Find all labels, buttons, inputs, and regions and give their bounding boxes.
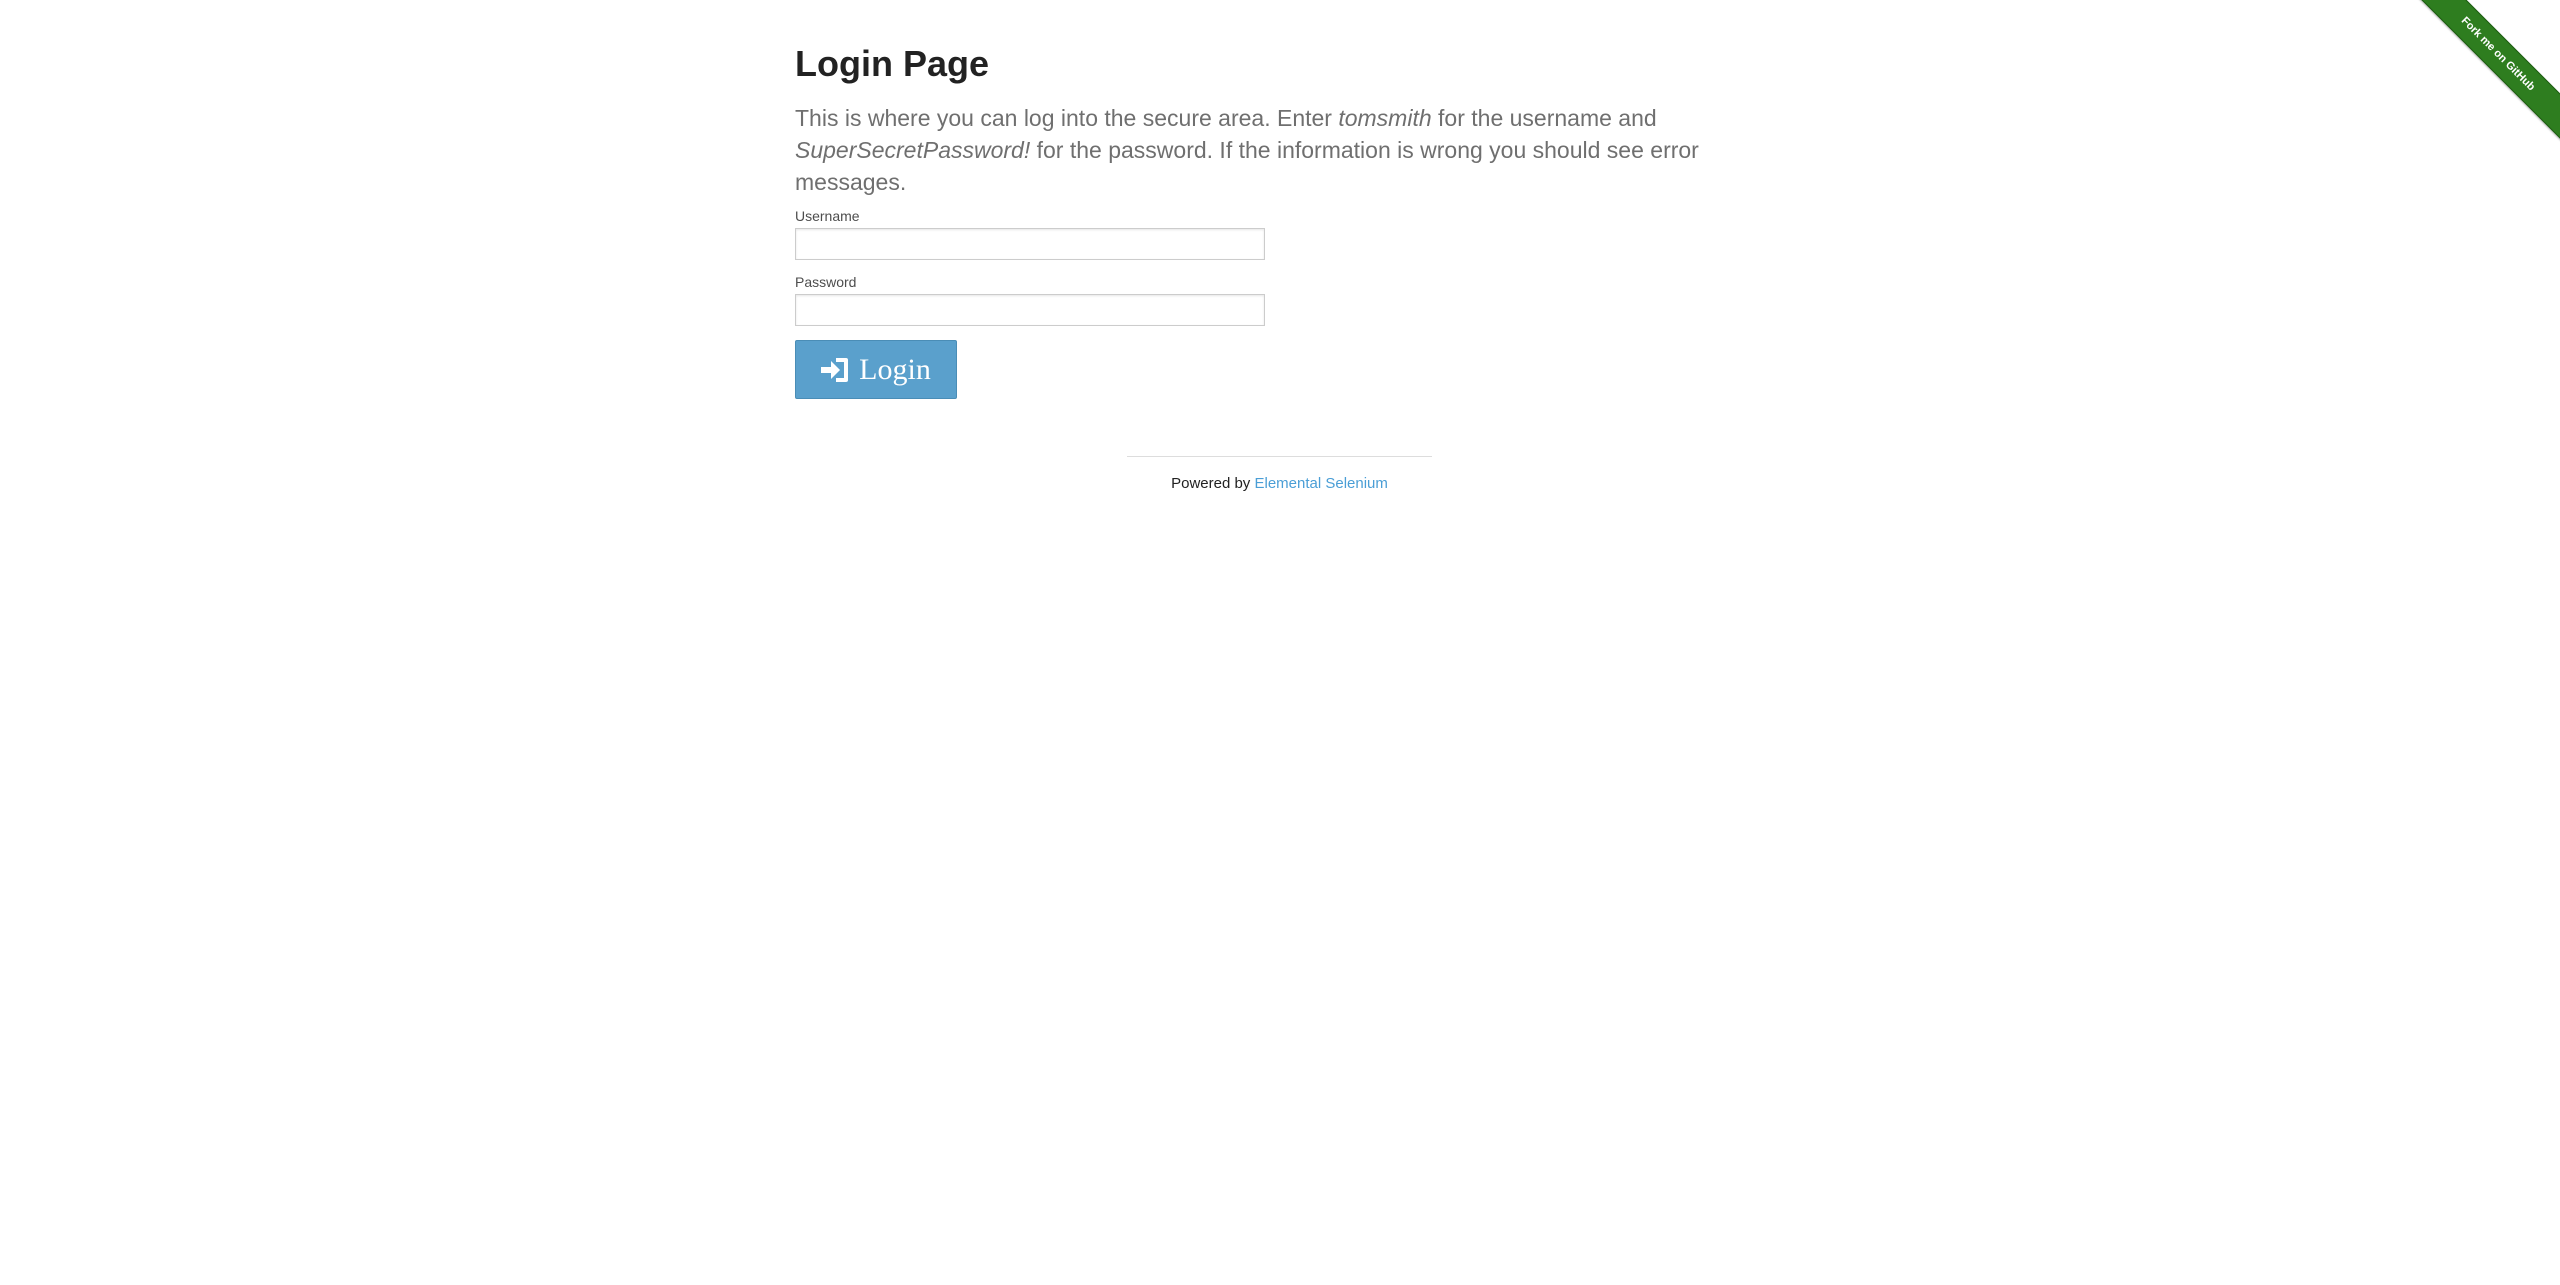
password-hint: SuperSecretPassword! [795, 137, 1031, 163]
powered-by-text: Powered by [1171, 475, 1255, 492]
instructions-text-1: This is where you can log into the secur… [795, 105, 1339, 131]
page-title: Login Page [795, 43, 990, 84]
instructions-text-2: for the username and [1431, 105, 1657, 131]
github-ribbon-container: Fork me on GitHub [2411, 0, 2560, 149]
login-form: Username Password Login [795, 208, 1765, 399]
login-button[interactable]: Login [795, 340, 957, 399]
main-content: Login Page This is where you can log int… [795, 0, 1765, 399]
username-input[interactable] [795, 228, 1265, 260]
fork-me-on-github-link[interactable]: Fork me on GitHub [2411, 0, 2560, 144]
page: Fork me on GitHub Login Page This is whe… [0, 0, 2560, 1285]
password-label: Password [795, 274, 857, 290]
elemental-selenium-link[interactable]: Elemental Selenium [1254, 475, 1387, 492]
password-input[interactable] [795, 294, 1265, 326]
sign-in-icon [821, 357, 849, 383]
login-button-label: Login [859, 352, 931, 386]
username-hint: tomsmith [1338, 105, 1432, 131]
footer: Powered by Elemental Selenium [1127, 456, 1432, 492]
username-label: Username [795, 208, 860, 224]
login-instructions: This is where you can log into the secur… [795, 102, 1725, 198]
